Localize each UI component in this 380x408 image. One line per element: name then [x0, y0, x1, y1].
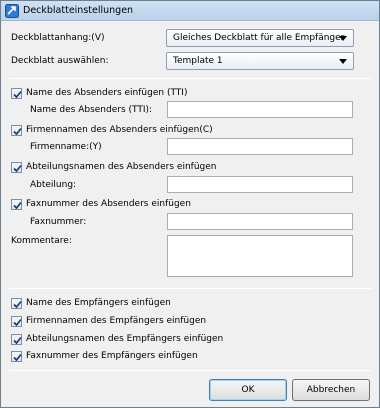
sender-name-label: Name des Absenders (TTI):: [30, 105, 153, 115]
sender-company-checkbox[interactable]: [11, 125, 22, 136]
sender-name-input[interactable]: [167, 101, 353, 118]
separator: [9, 370, 371, 371]
recipient-name-checkbox-label[interactable]: Name des Empfängers einfügen: [26, 298, 171, 308]
check-icon: [13, 127, 22, 136]
check-icon: [13, 318, 22, 327]
sender-company-label: Firmenname:(Y): [30, 142, 102, 152]
ok-button[interactable]: OK: [209, 379, 287, 401]
sender-company-input[interactable]: [167, 138, 353, 155]
separator: [9, 288, 371, 289]
anhang-label: Deckblattanhang:(V): [11, 33, 105, 43]
recipient-fax-checkbox[interactable]: [11, 351, 22, 362]
template-value: Template 1: [173, 56, 223, 66]
sender-fax-label: Faxnummer:: [30, 217, 87, 227]
check-icon: [13, 201, 22, 210]
sender-fax-checkbox-label[interactable]: Faxnummer des Absenders einfügen: [26, 199, 191, 209]
sender-department-checkbox-label[interactable]: Abteilungsnamen des Absenders einfügen: [26, 162, 217, 172]
recipient-company-checkbox-label[interactable]: Firmennamen des Empfängers einfügen: [26, 316, 206, 326]
sender-name-checkbox-label[interactable]: Name des Absenders einfügen (TTI): [26, 88, 187, 98]
check-icon: [13, 90, 22, 99]
separator: [9, 78, 371, 79]
recipient-department-checkbox[interactable]: [11, 334, 22, 345]
check-icon: [13, 353, 22, 362]
recipient-fax-checkbox-label[interactable]: Faxnummer des Empfängers einfügen: [26, 351, 198, 361]
comments-label: Kommentare:: [11, 236, 72, 246]
template-dropdown[interactable]: Template 1: [166, 52, 354, 70]
dialog-title: Deckblatteinstellungen: [23, 5, 134, 16]
sender-department-checkbox[interactable]: [11, 162, 22, 173]
sender-fax-input[interactable]: [167, 213, 353, 230]
dialog-app-icon: [5, 4, 19, 18]
check-icon: [13, 336, 22, 345]
comments-textarea[interactable]: [167, 235, 353, 277]
dialog-window: Deckblatteinstellungen Deckblattanhang:(…: [0, 0, 380, 408]
anhang-value: Gleiches Deckblatt für alle Empfänger: [173, 33, 345, 43]
cancel-button[interactable]: Abbrechen: [292, 379, 370, 401]
check-icon: [13, 164, 22, 173]
sender-department-input[interactable]: [167, 176, 353, 193]
sender-company-checkbox-label[interactable]: Firmennamen des Absenders einfügen(C): [26, 125, 213, 135]
check-icon: [13, 300, 22, 309]
title-bar: Deckblatteinstellungen: [1, 1, 379, 21]
recipient-name-checkbox[interactable]: [11, 298, 22, 309]
anhang-dropdown[interactable]: Gleiches Deckblatt für alle Empfänger: [166, 29, 354, 47]
chevron-down-icon: [339, 59, 347, 64]
sender-department-label: Abteilung:: [30, 180, 77, 190]
recipient-department-checkbox-label[interactable]: Abteilungsnamen des Empfängers einfügen: [26, 334, 223, 344]
sender-name-checkbox[interactable]: [11, 88, 22, 99]
recipient-company-checkbox[interactable]: [11, 316, 22, 327]
chevron-down-icon: [339, 36, 347, 41]
auswahl-label: Deckblatt auswählen:: [11, 56, 109, 66]
sender-fax-checkbox[interactable]: [11, 199, 22, 210]
